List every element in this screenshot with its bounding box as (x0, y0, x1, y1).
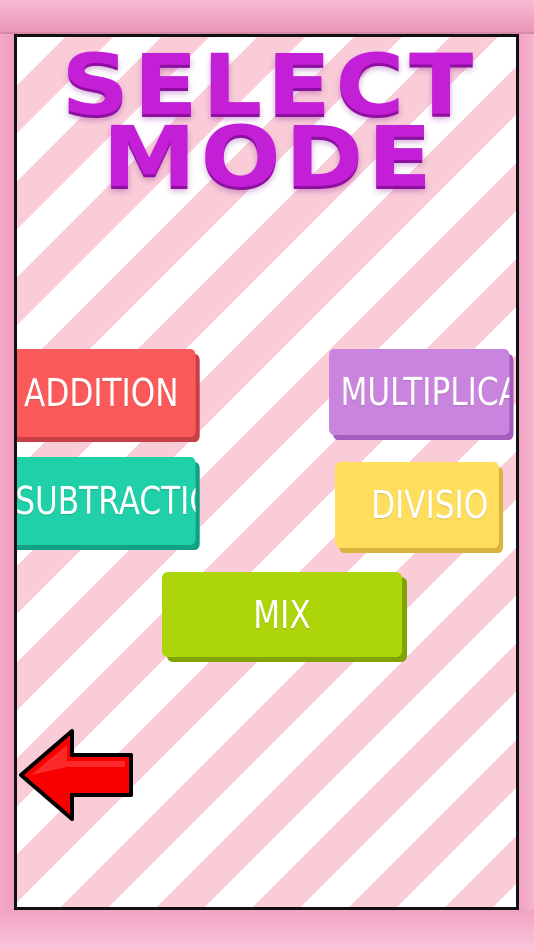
subtraction-button[interactable]: SUBTRACTION (15, 457, 196, 545)
left-frame-rail (0, 34, 14, 910)
right-frame-rail (517, 34, 534, 910)
mix-button[interactable]: MIX (162, 572, 402, 657)
top-frame-bar (0, 0, 534, 34)
subtraction-label: SUBTRACTION (15, 479, 196, 523)
addition-button[interactable]: ADDITION (17, 349, 196, 437)
bottom-frame-bar (0, 910, 534, 950)
left-arrow-icon (19, 729, 133, 821)
mix-label: MIX (253, 592, 311, 637)
addition-label: ADDITION (24, 371, 179, 415)
game-screen: SELECT MODE ADDITION MULTIPLICATI SUBTRA… (14, 34, 519, 910)
division-button[interactable]: DIVISIO (335, 462, 499, 548)
multiplication-label: MULTIPLICATI (340, 370, 509, 414)
division-label: DIVISIO (371, 483, 489, 527)
back-button[interactable] (17, 727, 137, 823)
multiplication-button[interactable]: MULTIPLICATI (329, 349, 510, 435)
page-title: SELECT MODE (17, 43, 516, 199)
